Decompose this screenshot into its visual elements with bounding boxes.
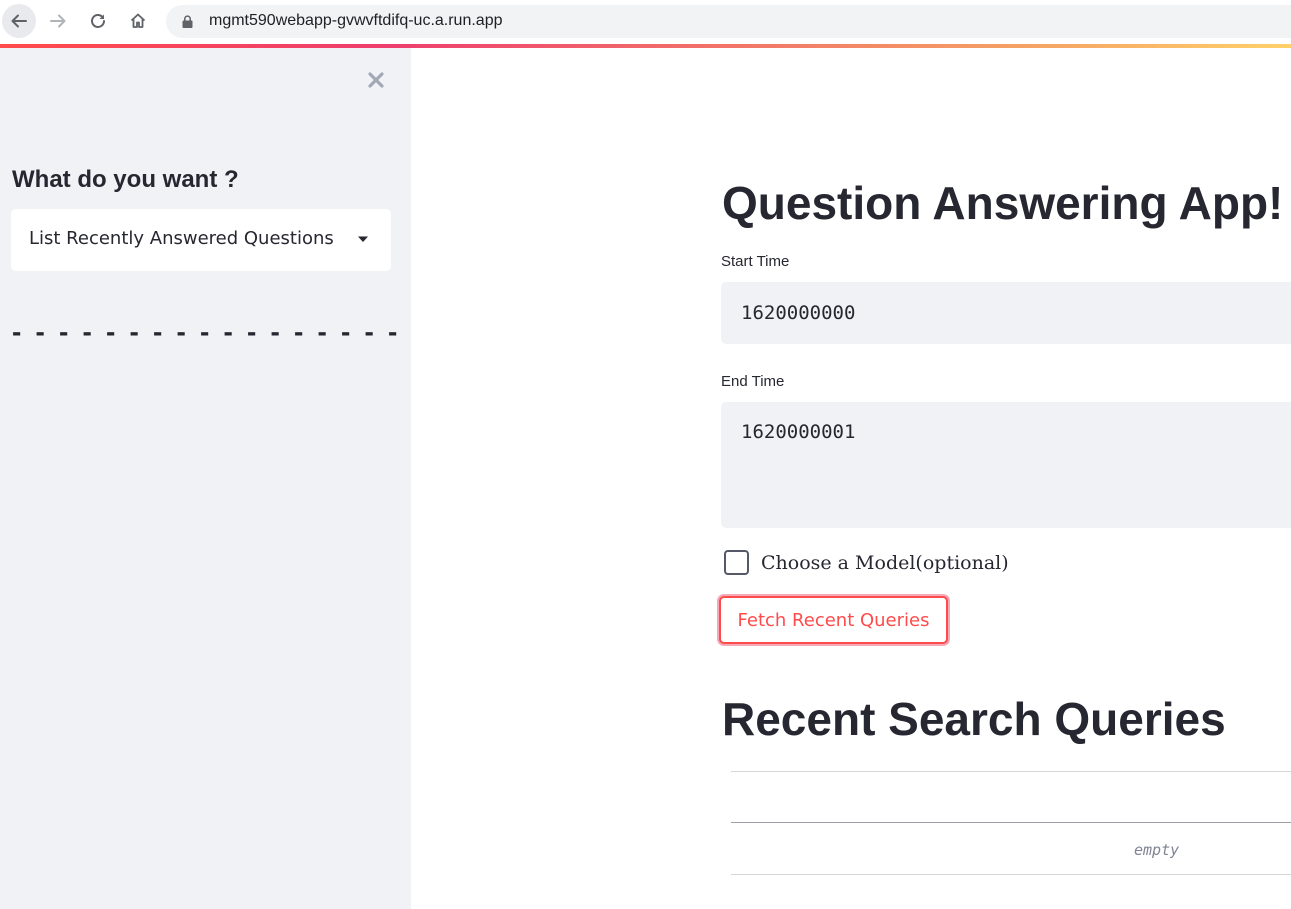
home-icon <box>130 13 146 28</box>
recent-queries-table: empty <box>731 771 1291 875</box>
action-select[interactable]: List Recently Answered Questions <box>11 209 391 271</box>
forward-button[interactable] <box>41 4 75 38</box>
lock-icon <box>182 15 193 28</box>
home-button[interactable] <box>121 4 155 38</box>
section-title: Recent Search Queries <box>722 693 1226 745</box>
select-value: List Recently Answered Questions <box>29 228 334 249</box>
page-title: Question Answering App! <box>722 177 1284 229</box>
reload-button[interactable] <box>81 4 115 38</box>
start-time-label: Start Time <box>721 253 790 270</box>
end-time-textarea[interactable]: 1620000001 <box>721 402 1291 528</box>
sidebar-divider: - - - - - - - - - - - - - - - - - - <box>12 316 425 347</box>
sidebar: What do you want ? List Recently Answere… <box>0 48 421 909</box>
end-time-value: 1620000001 <box>741 421 856 443</box>
fetch-recent-queries-button[interactable]: Fetch Recent Queries <box>719 596 948 644</box>
choose-model-checkbox[interactable] <box>724 550 749 575</box>
browser-toolbar: mgmt590webapp-gvwvftdifq-uc.a.run.app <box>0 0 1291 44</box>
url-text: mgmt590webapp-gvwvftdifq-uc.a.run.app <box>209 12 503 29</box>
reload-icon <box>91 14 105 28</box>
back-button[interactable] <box>2 4 36 38</box>
end-time-label: End Time <box>721 373 785 390</box>
table-header-divider <box>731 822 1291 823</box>
table-empty-text: empty <box>1134 841 1180 859</box>
close-icon[interactable] <box>364 68 388 92</box>
address-bar[interactable]: mgmt590webapp-gvwvftdifq-uc.a.run.app <box>166 5 1291 38</box>
table-border-top <box>731 771 1291 772</box>
table-border-bottom <box>731 874 1291 875</box>
start-time-input[interactable] <box>721 282 1291 344</box>
sidebar-select-label: What do you want ? <box>12 166 239 193</box>
main-content: Question Answering App! Start Time End T… <box>411 48 1291 909</box>
back-arrow-icon <box>11 14 27 28</box>
caret-down-icon <box>358 236 368 242</box>
choose-model-label[interactable]: Choose a Model(optional) <box>761 552 1009 574</box>
forward-arrow-icon <box>50 14 66 28</box>
